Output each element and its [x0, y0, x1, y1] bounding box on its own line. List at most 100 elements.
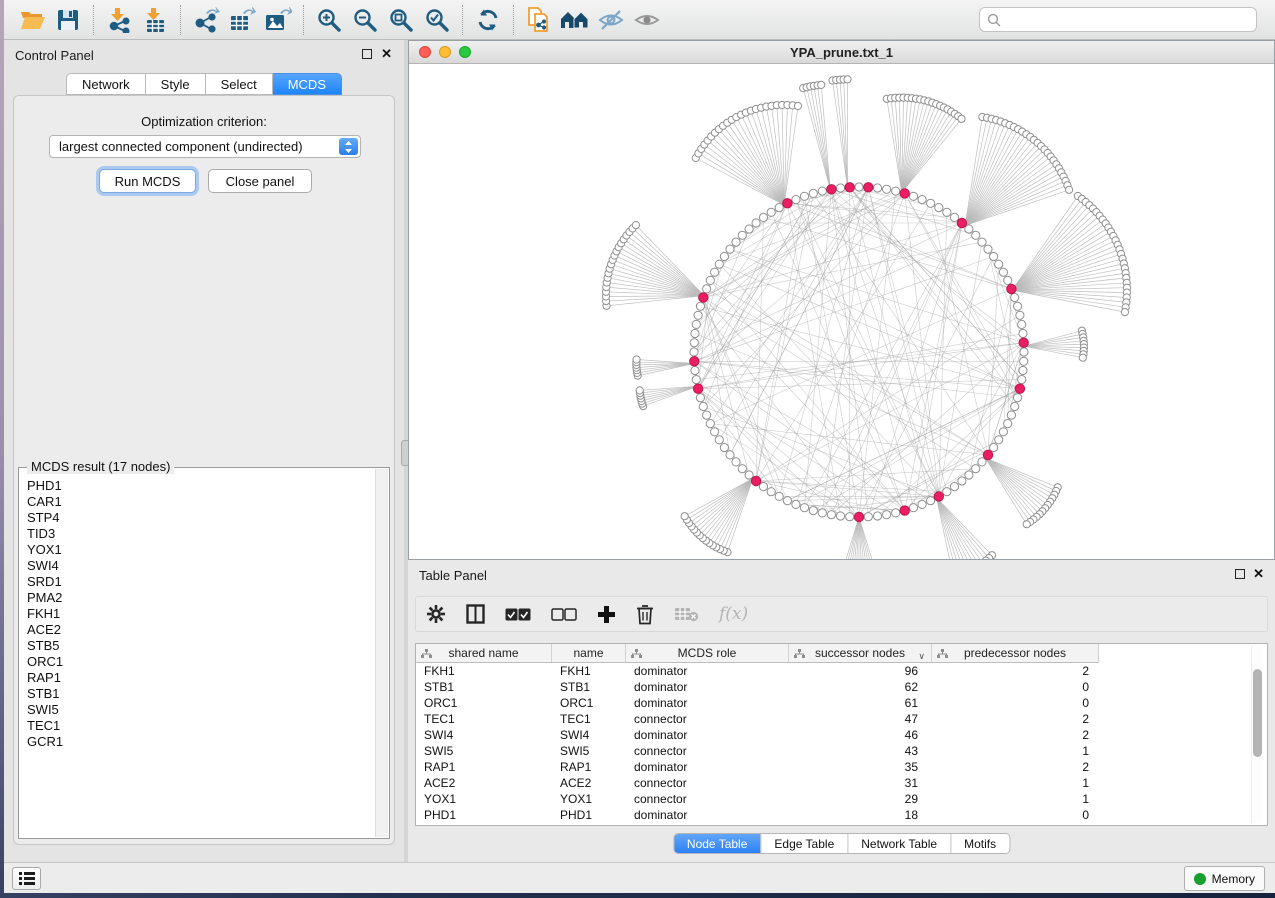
show-columns-icon[interactable]	[466, 604, 485, 624]
cell-name[interactable]: ORC1	[552, 695, 626, 711]
mcds-result-list[interactable]: PHD1CAR1STP4TID3YOX1SWI4SRD1PMA2FKH1ACE2…	[21, 478, 374, 836]
cell-successor-nodes[interactable]: 47	[789, 711, 932, 727]
tab-edge-table[interactable]: Edge Table	[760, 834, 847, 853]
cell-name[interactable]: FKH1	[552, 663, 626, 679]
tab-style[interactable]: Style	[146, 73, 206, 95]
cell-shared-name[interactable]: FKH1	[416, 663, 552, 679]
cell-MCDS-role[interactable]: dominator	[626, 663, 789, 679]
cell-MCDS-role[interactable]: connector	[626, 711, 789, 727]
mcds-result-item[interactable]: CAR1	[21, 494, 374, 510]
run-mcds-button[interactable]: Run MCDS	[99, 169, 196, 193]
network-titlebar[interactable]: YPA_prune.txt_1	[409, 41, 1274, 64]
task-history-button[interactable]	[12, 867, 41, 890]
close-panel-icon[interactable]: ✕	[381, 46, 392, 62]
mcds-result-item[interactable]: SRD1	[21, 574, 374, 590]
mcds-result-item[interactable]: STB5	[21, 638, 374, 654]
cell-name[interactable]: SWI4	[552, 727, 626, 743]
tab-select[interactable]: Select	[206, 73, 273, 95]
cell-successor-nodes[interactable]: 62	[789, 679, 932, 695]
close-panel-icon[interactable]: ✕	[1253, 566, 1264, 582]
column-header-predecessor-nodes[interactable]: predecessor nodes	[932, 644, 1099, 663]
tab-motifs[interactable]: Motifs	[950, 834, 1009, 853]
table-scrollbar[interactable]	[1251, 646, 1263, 823]
cell-successor-nodes[interactable]: 46	[789, 727, 932, 743]
cell-shared-name[interactable]: RAP1	[416, 759, 552, 775]
cell-predecessor-nodes[interactable]: 0	[932, 695, 1099, 711]
cell-predecessor-nodes[interactable]: 2	[932, 727, 1099, 743]
mcds-result-item[interactable]: FKH1	[21, 606, 374, 622]
mcds-result-item[interactable]: PHD1	[21, 478, 374, 494]
table-row[interactable]: PHD1PHD1dominator180	[416, 807, 1267, 823]
mcds-result-item[interactable]: SWI4	[21, 558, 374, 574]
search-input[interactable]	[1006, 10, 1249, 30]
mcds-result-item[interactable]: YOX1	[21, 542, 374, 558]
cell-shared-name[interactable]: PHD1	[416, 807, 552, 823]
cell-name[interactable]: TEC1	[552, 711, 626, 727]
zoom-fit-icon[interactable]	[383, 4, 419, 36]
open-file-icon[interactable]	[14, 4, 50, 36]
node-table[interactable]: shared namenameMCDS rolesuccessor nodes∨…	[415, 643, 1268, 826]
delete-column-icon[interactable]	[636, 604, 654, 625]
chevron-down-icon[interactable]: ∨	[918, 651, 925, 662]
save-icon[interactable]	[50, 4, 86, 36]
cell-predecessor-nodes[interactable]: 2	[932, 711, 1099, 727]
table-row[interactable]: ACE2ACE2connector311	[416, 775, 1267, 791]
column-header-MCDS-role[interactable]: MCDS role	[626, 644, 789, 663]
mcds-result-item[interactable]: STP4	[21, 510, 374, 526]
table-row[interactable]: SWI4SWI4dominator462	[416, 727, 1267, 743]
first-neighbors-icon[interactable]	[557, 4, 593, 36]
clone-network-icon[interactable]	[521, 4, 557, 36]
cell-successor-nodes[interactable]: 61	[789, 695, 932, 711]
create-column-icon[interactable]	[597, 605, 616, 624]
cell-successor-nodes[interactable]: 35	[789, 759, 932, 775]
close-panel-button[interactable]: Close panel	[208, 169, 312, 193]
table-scrollbar-thumb[interactable]	[1253, 669, 1262, 757]
cell-shared-name[interactable]: ORC1	[416, 695, 552, 711]
mcds-result-item[interactable]: GCR1	[21, 734, 374, 750]
tab-network-table[interactable]: Network Table	[847, 834, 950, 853]
zoom-out-icon[interactable]	[347, 4, 383, 36]
cell-successor-nodes[interactable]: 43	[789, 743, 932, 759]
unselect-all-icon[interactable]	[551, 608, 577, 621]
float-panel-icon[interactable]	[362, 49, 372, 59]
cell-shared-name[interactable]: YOX1	[416, 791, 552, 807]
cell-predecessor-nodes[interactable]: 1	[932, 743, 1099, 759]
cell-predecessor-nodes[interactable]: 0	[932, 679, 1099, 695]
cell-MCDS-role[interactable]: dominator	[626, 807, 789, 823]
select-all-icon[interactable]	[505, 608, 531, 621]
table-settings-icon[interactable]	[426, 604, 446, 624]
import-network-icon[interactable]	[101, 4, 137, 36]
table-row[interactable]: STB1STB1dominator620	[416, 679, 1267, 695]
cell-name[interactable]: STB1	[552, 679, 626, 695]
table-row[interactable]: ORC1ORC1dominator610	[416, 695, 1267, 711]
column-header-successor-nodes[interactable]: successor nodes∨	[789, 644, 932, 663]
cell-successor-nodes[interactable]: 18	[789, 807, 932, 823]
network-canvas[interactable]	[409, 64, 1274, 559]
float-panel-icon[interactable]	[1235, 569, 1245, 579]
table-row[interactable]: TEC1TEC1connector472	[416, 711, 1267, 727]
cell-shared-name[interactable]: SWI5	[416, 743, 552, 759]
cell-name[interactable]: YOX1	[552, 791, 626, 807]
column-header-shared-name[interactable]: shared name	[416, 644, 552, 663]
mcds-result-item[interactable]: RAP1	[21, 670, 374, 686]
zoom-in-icon[interactable]	[311, 4, 347, 36]
export-network-icon[interactable]	[188, 4, 224, 36]
mcds-result-item[interactable]: PMA2	[21, 590, 374, 606]
cell-MCDS-role[interactable]: dominator	[626, 759, 789, 775]
table-row[interactable]: FKH1FKH1dominator962	[416, 663, 1267, 679]
tab-network[interactable]: Network	[66, 73, 146, 95]
cell-predecessor-nodes[interactable]: 1	[932, 791, 1099, 807]
cell-predecessor-nodes[interactable]: 0	[932, 807, 1099, 823]
cell-shared-name[interactable]: STB1	[416, 679, 552, 695]
cell-successor-nodes[interactable]: 31	[789, 775, 932, 791]
memory-button[interactable]: Memory	[1184, 866, 1265, 891]
cell-MCDS-role[interactable]: dominator	[626, 727, 789, 743]
cell-successor-nodes[interactable]: 29	[789, 791, 932, 807]
table-row[interactable]: YOX1YOX1connector291	[416, 791, 1267, 807]
cell-MCDS-role[interactable]: dominator	[626, 679, 789, 695]
import-table-icon[interactable]	[137, 4, 173, 36]
cell-shared-name[interactable]: SWI4	[416, 727, 552, 743]
cell-shared-name[interactable]: ACE2	[416, 775, 552, 791]
cell-shared-name[interactable]: TEC1	[416, 711, 552, 727]
cell-name[interactable]: RAP1	[552, 759, 626, 775]
